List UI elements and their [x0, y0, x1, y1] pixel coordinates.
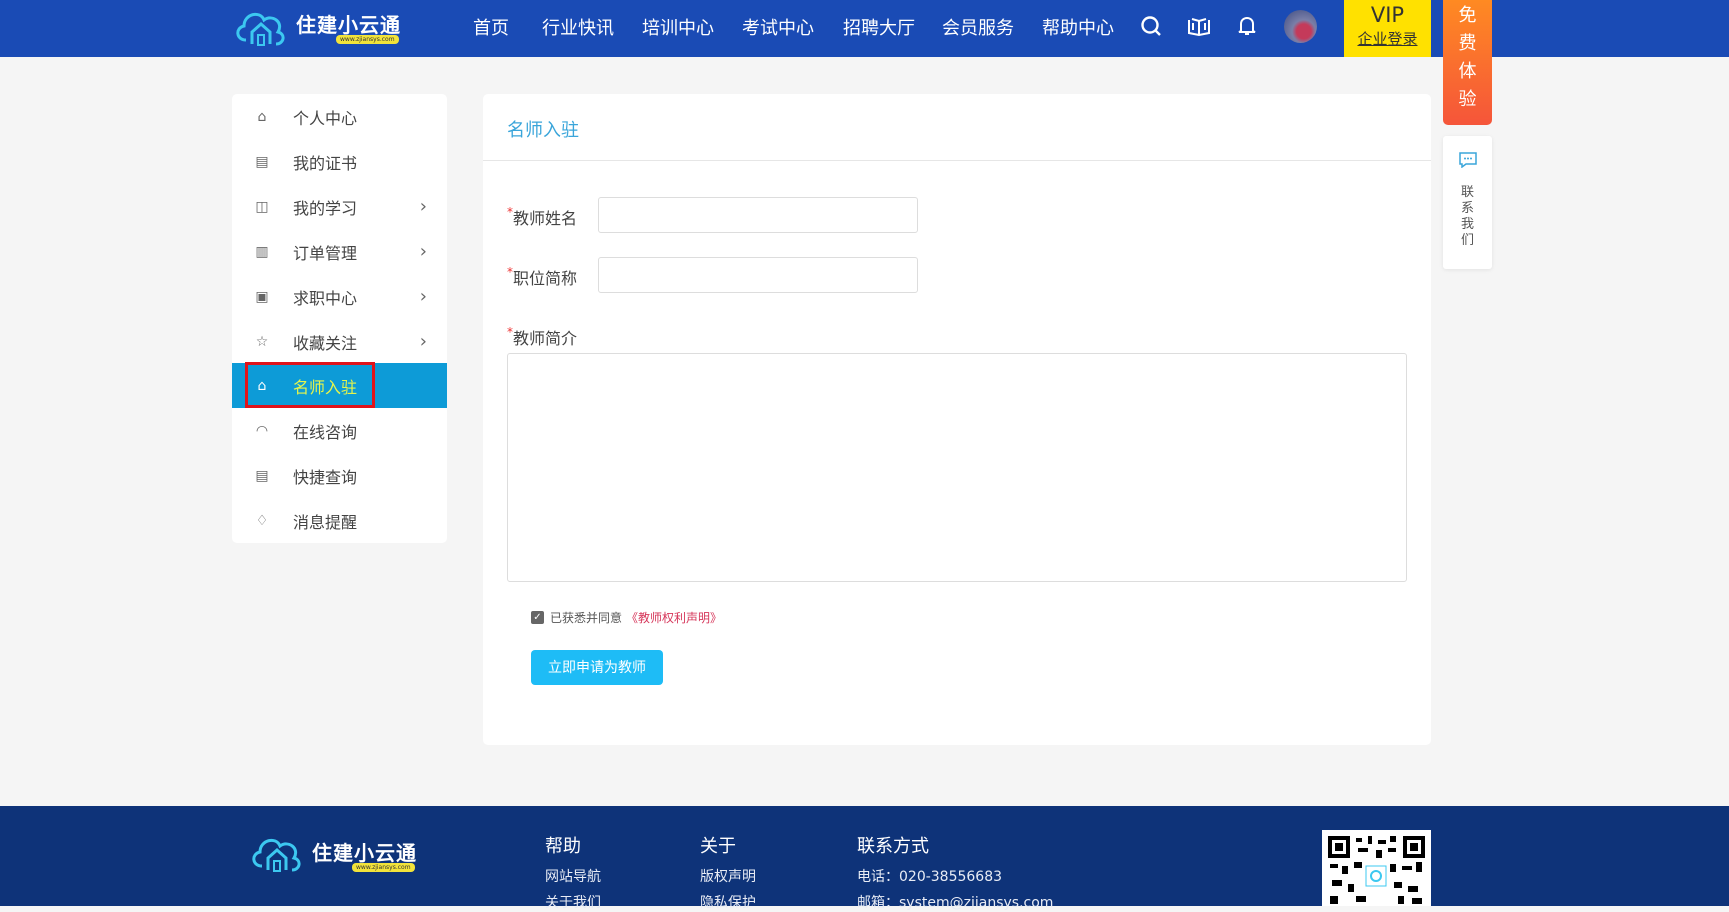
apply-teacher-button[interactable]: 立即申请为教师: [531, 650, 663, 685]
position-title-input[interactable]: [598, 257, 918, 293]
sidebar-item-label: 我的证书: [293, 150, 357, 174]
highlight-box: [245, 362, 375, 408]
page-title: 名师入驻: [507, 116, 579, 142]
vip-enterprise-login[interactable]: VIP 企业登录: [1344, 0, 1431, 57]
contact-char: 系: [1443, 201, 1492, 217]
logo-url: www.zjiansys.com: [336, 35, 399, 44]
label-text: 教师姓名: [513, 209, 577, 228]
footer-help-heading: 帮助: [545, 832, 581, 858]
footer-logo: 住建小云通 www.zjiansys.com: [248, 830, 417, 876]
teacher-name-input[interactable]: [598, 197, 918, 233]
avatar[interactable]: [1284, 10, 1317, 43]
home-icon: ⌂: [254, 109, 270, 125]
query-icon: ▤: [254, 468, 270, 484]
order-icon: ▥: [254, 244, 270, 260]
nav-exam[interactable]: 考试中心: [742, 14, 814, 40]
cloud-house-logo-icon: [248, 830, 306, 876]
sidebar-item-quick-query[interactable]: ▤ 快捷查询: [232, 453, 447, 498]
sidebar-item-favorites[interactable]: ☆ 收藏关注 ›: [232, 319, 447, 364]
teacher-name-label: *教师姓名: [507, 205, 577, 229]
footer-link-copyright[interactable]: 版权声明: [700, 866, 756, 886]
bell-icon[interactable]: [1233, 12, 1261, 40]
label-text: 职位简称: [513, 269, 577, 288]
logo-name: 住建小云通: [312, 837, 417, 866]
sidebar-item-my-study[interactable]: ◫ 我的学习 ›: [232, 184, 447, 229]
nav-membership[interactable]: 会员服务: [942, 14, 1014, 40]
cloud-house-logo-icon: [232, 4, 290, 50]
book-icon: ◫: [254, 199, 270, 215]
bell-icon: ♢: [254, 513, 270, 529]
footer-email: 邮箱：system@zjiansys.com: [857, 892, 1053, 912]
sidebar-item-label: 消息提醒: [293, 509, 357, 533]
label-text: 教师简介: [513, 329, 577, 348]
chat-icon: [1443, 152, 1492, 173]
footer-phone: 电话：020-38556683: [857, 866, 1002, 886]
logo-url: www.zjiansys.com: [352, 863, 415, 872]
footer-link-sitemap[interactable]: 网站导航: [545, 866, 601, 886]
agreement-row: ✓ 已获悉并同意 《教师权利声明》: [531, 609, 722, 626]
contact-char: 们: [1443, 233, 1492, 249]
free-trial-char: 体: [1443, 58, 1492, 86]
footer-about-heading: 关于: [700, 832, 736, 858]
contact-us-button[interactable]: 联 系 我 们: [1443, 136, 1492, 269]
contact-char: 联: [1443, 185, 1492, 201]
certificate-icon: ▤: [254, 154, 270, 170]
sidebar-item-label: 订单管理: [293, 240, 357, 264]
chevron-right-icon: ›: [420, 331, 427, 352]
sidebar-item-certificates[interactable]: ▤ 我的证书: [232, 139, 447, 184]
agree-text: 已获悉并同意: [550, 609, 622, 626]
sidebar-item-label: 我的学习: [293, 195, 357, 219]
footer-link-privacy[interactable]: 隐私保护: [700, 892, 756, 912]
agree-checkbox[interactable]: ✓: [531, 611, 544, 624]
sidebar-item-label: 快捷查询: [293, 464, 357, 488]
chevron-right-icon: ›: [420, 286, 427, 307]
free-trial-char: 免: [1443, 2, 1492, 30]
footer-contact-heading: 联系方式: [857, 832, 929, 858]
nav-industry-news[interactable]: 行业快讯: [542, 14, 614, 40]
free-trial-char: 费: [1443, 30, 1492, 58]
nav-help[interactable]: 帮助中心: [1042, 14, 1114, 40]
sidebar-item-online-consult[interactable]: ◠ 在线咨询: [232, 408, 447, 453]
nav-training[interactable]: 培训中心: [642, 14, 714, 40]
teacher-rights-link[interactable]: 《教师权利声明》: [626, 609, 722, 626]
teacher-intro-label: *教师简介: [507, 325, 577, 349]
footer: 住建小云通 www.zjiansys.com 帮助 网站导航 关于我们 关于 版…: [0, 806, 1729, 906]
site-logo[interactable]: 住建小云通 www.zjiansys.com: [232, 4, 401, 50]
enterprise-login-link[interactable]: 企业登录: [1344, 28, 1431, 49]
contact-char: 我: [1443, 217, 1492, 233]
free-trial-char: 验: [1443, 86, 1492, 114]
sidebar-item-job-center[interactable]: ▣ 求职中心 ›: [232, 274, 447, 319]
sidebar-item-notifications[interactable]: ♢ 消息提醒: [232, 498, 447, 543]
qr-code: [1322, 830, 1431, 906]
chevron-right-icon: ›: [420, 241, 427, 262]
chevron-right-icon: ›: [420, 196, 427, 217]
book-icon[interactable]: [1185, 12, 1213, 40]
search-icon[interactable]: [1137, 12, 1165, 40]
sidebar-item-label: 在线咨询: [293, 419, 357, 443]
sidebar-menu: ⌂个人中心 ▤我的证书 ◫我的学习› ▥订单管理› ▣求职中心› ☆收藏关注› …: [232, 94, 447, 543]
sidebar-item-personal-center[interactable]: ⌂ 个人中心: [232, 94, 447, 139]
vip-label: VIP: [1344, 2, 1431, 28]
sidebar-item-label: 个人中心: [293, 105, 357, 129]
free-trial-button[interactable]: 免 费 体 验: [1443, 0, 1492, 125]
divider: [483, 160, 1431, 161]
position-title-label: *职位简称: [507, 265, 577, 289]
resume-icon: ▣: [254, 289, 270, 305]
headset-icon: ◠: [254, 423, 270, 439]
nav-recruitment[interactable]: 招聘大厅: [843, 14, 915, 40]
logo-name: 住建小云通: [296, 9, 401, 38]
footer-link-about-us[interactable]: 关于我们: [545, 892, 601, 912]
star-icon: ☆: [254, 334, 270, 350]
teacher-intro-textarea[interactable]: [507, 353, 1407, 582]
sidebar-item-label: 求职中心: [293, 285, 357, 309]
nav-home[interactable]: 首页: [473, 14, 509, 40]
sidebar-item-label: 收藏关注: [293, 330, 357, 354]
sidebar-item-orders[interactable]: ▥ 订单管理 ›: [232, 229, 447, 274]
